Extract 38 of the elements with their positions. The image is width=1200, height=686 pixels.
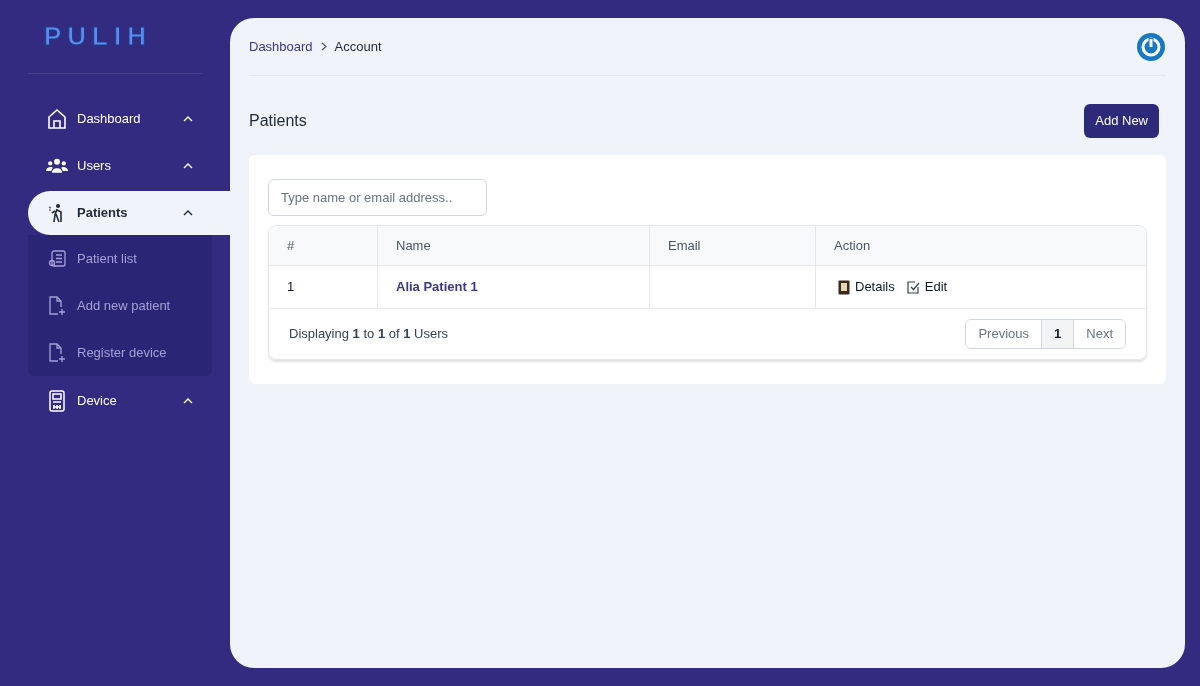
table-cell-text: 1	[287, 278, 295, 297]
column-header: #	[287, 236, 295, 255]
sidebar-item[interactable]: Dashboard	[28, 97, 230, 141]
column-header: Name	[396, 236, 431, 255]
users-icon	[46, 157, 68, 175]
file-plus-icon	[48, 342, 66, 363]
sidebar-item[interactable]: Users	[28, 144, 230, 188]
submenu-item[interactable]: Register device	[28, 329, 212, 376]
chevron-up-icon	[183, 398, 193, 404]
device-icon	[48, 390, 66, 412]
sidebar-item-selected[interactable]: Patients	[28, 191, 230, 235]
home-icon	[47, 108, 67, 130]
chevron-up-icon	[183, 116, 193, 122]
pagination-button[interactable]: Next	[1073, 320, 1125, 348]
patient-name-link[interactable]: Alia Patient 1	[396, 277, 478, 297]
column-header: Action	[834, 236, 871, 255]
sidebar-item[interactable]: Device	[28, 379, 230, 423]
file-plus-icon	[48, 295, 66, 316]
pagination-summary: Displaying 1 to 1 of 1 Users	[289, 325, 448, 344]
power-icon[interactable]	[1136, 31, 1166, 62]
details-link[interactable]: Details	[838, 277, 895, 297]
chevron-right-icon	[320, 42, 327, 51]
chevron-up-icon	[183, 210, 193, 216]
add-new-button[interactable]: Add New	[1084, 104, 1159, 138]
pagination-button[interactable]: 1	[1041, 320, 1074, 348]
chevron-up-icon	[183, 163, 193, 169]
search-field[interactable]: Type name or email address..	[268, 179, 487, 216]
logo: PULIH	[44, 20, 152, 53]
submenu-item[interactable]: Add new patient	[28, 282, 212, 329]
document-icon	[838, 279, 850, 295]
current-page-label: Account	[334, 37, 382, 56]
checkbox-edit-icon	[906, 280, 920, 294]
page-title: Patients	[249, 111, 307, 131]
column-header: Email	[668, 236, 701, 255]
list-search-icon	[48, 249, 66, 268]
edit-link[interactable]: Edit	[906, 277, 948, 297]
breadcrumb-link[interactable]: Dashboard	[249, 36, 313, 57]
submenu-item[interactable]: Patient list	[28, 235, 212, 282]
